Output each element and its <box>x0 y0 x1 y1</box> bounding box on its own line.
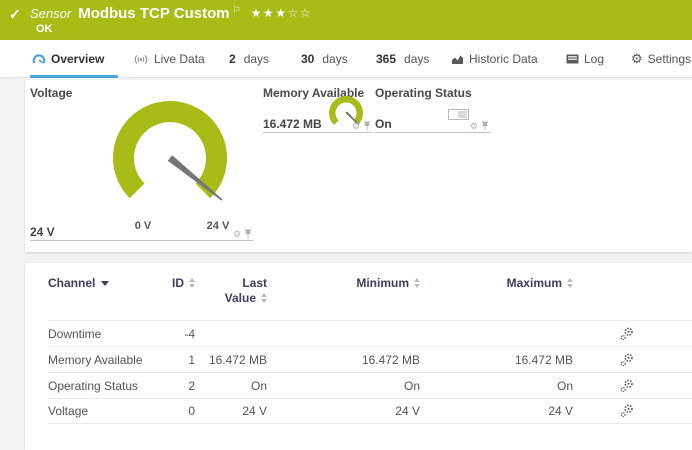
sensor-tab-bar: Overview Live Data 2days 30days 365days … <box>0 40 692 78</box>
table-row-voltage[interactable]: Voltage 0 24 V 24 V 24 V <box>48 398 692 424</box>
tab-days-unit: days <box>244 52 269 66</box>
cell-minimum: 24 V <box>267 404 420 418</box>
cell-maximum: 24 V <box>420 404 573 418</box>
tab-log[interactable]: Log <box>566 40 604 78</box>
cell-channel: Downtime <box>48 327 148 341</box>
tab-30-days[interactable]: 30 days <box>301 40 348 78</box>
channel-settings-icon[interactable] <box>620 353 634 367</box>
tab-settings[interactable]: ⚙ Settings <box>631 40 691 78</box>
channel-gear-icon[interactable]: ⚙ <box>233 230 241 239</box>
gauge-icon <box>32 53 46 65</box>
cell-last-value: 24 V <box>195 404 267 418</box>
tab-days-unit: days <box>322 52 347 66</box>
switch-knob <box>458 111 467 118</box>
pin-icon[interactable] <box>244 229 252 239</box>
header-maximum[interactable]: Maximum <box>420 276 573 320</box>
tab-label: Settings <box>648 52 691 66</box>
tab-label: Overview <box>51 52 104 66</box>
channel-settings-icon[interactable] <box>620 327 634 341</box>
tab-live-data[interactable]: Live Data <box>133 40 205 78</box>
voltage-value-row: 24 V ⚙ <box>30 226 253 241</box>
log-icon <box>566 54 579 64</box>
voltage-gauge <box>105 96 235 212</box>
cell-channel: Operating Status <box>48 379 148 393</box>
cell-id: 2 <box>148 379 195 393</box>
cell-last-value: On <box>195 379 267 393</box>
cell-maximum: 16.472 MB <box>420 353 573 367</box>
status-badge: OK <box>36 23 53 35</box>
tab-label: Historic Data <box>469 52 538 66</box>
header-minimum[interactable]: Minimum <box>267 276 420 320</box>
tab-label: Live Data <box>154 52 205 66</box>
tab-historic-data[interactable]: Historic Data <box>451 40 538 78</box>
voltage-current-value: 24 V <box>30 225 55 239</box>
flag-icon[interactable]: ⚐ <box>233 5 241 16</box>
cell-minimum: 16.472 MB <box>267 353 420 367</box>
memory-value-row: 16.472 MB ⚙ <box>263 118 372 133</box>
header-channel[interactable]: Channel <box>48 276 148 320</box>
tab-days-unit: days <box>404 52 429 66</box>
table-header-row: Channel ID Last Value Minimum Maximum <box>48 263 692 320</box>
tab-overview[interactable]: Overview <box>32 40 118 78</box>
cell-channel: Voltage <box>48 404 148 418</box>
gear-icon: ⚙ <box>631 51 643 67</box>
cell-channel: Memory Available <box>48 353 148 367</box>
cell-last-value: 16.472 MB <box>195 353 267 367</box>
cell-id: -4 <box>148 327 195 341</box>
header-id-label: ID <box>172 276 184 291</box>
header-id[interactable]: ID <box>148 276 195 320</box>
tab-days-number: 2 <box>229 52 236 66</box>
sensor-title: Modbus TCP Custom <box>78 5 229 22</box>
table-row-memory-available[interactable]: Memory Available 1 16.472 MB 16.472 MB 1… <box>48 346 692 372</box>
pin-icon[interactable] <box>481 121 489 131</box>
ok-check-icon: ✓ <box>9 6 21 23</box>
header-last-label: Last <box>195 276 267 291</box>
tab-2-days[interactable]: 2 days <box>229 40 269 78</box>
header-minimum-label: Minimum <box>356 276 409 291</box>
header-last-value[interactable]: Last Value <box>195 276 267 320</box>
pin-icon[interactable] <box>363 121 371 131</box>
cell-minimum: On <box>267 379 420 393</box>
header-actions <box>573 276 681 320</box>
gauges-overview-card: Voltage 0 V 24 V 24 V ⚙ Memory Available… <box>25 80 692 252</box>
channels-table: Channel ID Last Value Minimum Maximum <box>25 263 692 424</box>
tab-label: Log <box>584 52 604 66</box>
header-value-label: Value <box>225 291 256 306</box>
channel-gear-icon[interactable]: ⚙ <box>470 122 478 131</box>
sensor-status-header: ✓ Sensor Modbus TCP Custom ⚐ ★★★☆☆ OK <box>0 0 692 40</box>
header-channel-label: Channel <box>48 276 95 291</box>
tab-days-number: 365 <box>376 52 396 66</box>
channel-gear-icon[interactable]: ⚙ <box>352 122 360 131</box>
operating-current-value: On <box>375 117 392 131</box>
operating-value-row: On ⚙ <box>375 118 490 133</box>
table-row-operating-status[interactable]: Operating Status 2 On On On <box>48 372 692 398</box>
live-signal-icon <box>133 54 149 65</box>
memory-current-value: 16.472 MB <box>263 117 322 131</box>
tab-days-number: 30 <box>301 52 314 66</box>
voltage-panel-title: Voltage <box>30 86 72 100</box>
chart-icon <box>451 54 464 65</box>
priority-stars[interactable]: ★★★☆☆ <box>251 6 312 20</box>
cell-id: 1 <box>148 353 195 367</box>
sort-desc-icon <box>101 281 109 286</box>
object-kind-label: Sensor <box>30 6 71 21</box>
channel-settings-icon[interactable] <box>620 379 634 393</box>
table-row-downtime[interactable]: Downtime -4 <box>48 320 692 346</box>
cell-id: 0 <box>148 404 195 418</box>
sensor-title-row: Sensor Modbus TCP Custom ⚐ ★★★☆☆ <box>30 5 312 22</box>
header-maximum-label: Maximum <box>507 276 562 291</box>
tab-365-days[interactable]: 365 days <box>376 40 429 78</box>
cell-maximum: On <box>420 379 573 393</box>
operating-panel-title: Operating Status <box>375 86 472 100</box>
channel-settings-icon[interactable] <box>620 404 634 418</box>
channels-table-card: Channel ID Last Value Minimum Maximum <box>25 263 692 450</box>
